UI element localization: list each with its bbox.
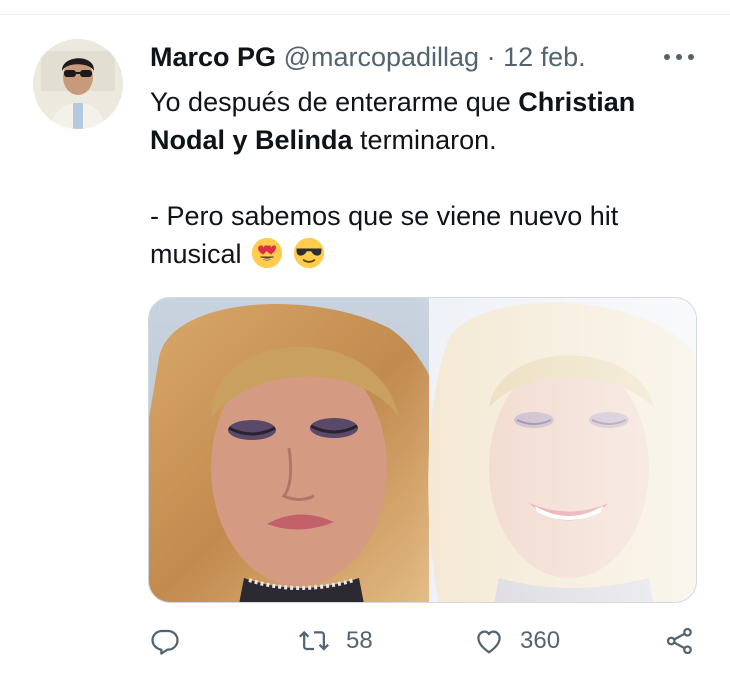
author-name[interactable]: Marco PG xyxy=(150,42,276,72)
like-count: 360 xyxy=(520,627,561,654)
avatar-image xyxy=(33,39,123,129)
heart-eyes-emoji xyxy=(251,237,283,269)
tweet-actions: 58 360 xyxy=(0,620,730,670)
tweet-media-image[interactable] xyxy=(148,297,697,603)
text-segment: Yo después de enterarme que xyxy=(150,87,519,117)
share-button[interactable] xyxy=(665,626,695,656)
text-bold-segment: Nodal y Belinda xyxy=(150,125,353,155)
reply-button[interactable] xyxy=(150,626,180,656)
retweet-icon xyxy=(299,630,329,651)
text-bold-segment: Christian xyxy=(518,87,636,117)
text-segment: musical xyxy=(150,239,242,269)
top-divider xyxy=(0,14,730,15)
tweet-text: Yo después de enterarme que Christian No… xyxy=(150,83,680,273)
more-options-icon[interactable] xyxy=(664,52,694,62)
tweet-text-line-3: - Pero sabemos que se viene nuevo hit xyxy=(150,201,619,231)
tweet-date[interactable]: 12 feb. xyxy=(503,42,586,72)
retweet-button[interactable]: 58 xyxy=(298,626,373,656)
text-segment: terminaron. xyxy=(352,125,497,155)
share-icon xyxy=(666,627,692,655)
heart-icon xyxy=(477,630,501,654)
tweet-text-line-4: musical xyxy=(150,235,680,273)
sunglasses-emoji xyxy=(293,237,324,269)
header-separator: · xyxy=(486,42,496,72)
tweet-text-line-2: Nodal y Belinda terminaron. xyxy=(150,121,680,159)
author-handle[interactable]: @marcopadillag xyxy=(284,42,480,72)
tweet-header: Marco PG @marcopadillag · 12 feb. xyxy=(150,40,586,74)
retweet-count: 58 xyxy=(346,627,373,654)
reply-icon xyxy=(151,629,179,655)
tweet-text-line-1: Yo después de enterarme que Christian xyxy=(150,83,680,121)
meme-photo xyxy=(149,298,696,602)
like-button[interactable]: 360 xyxy=(474,626,560,656)
avatar[interactable] xyxy=(33,39,123,129)
